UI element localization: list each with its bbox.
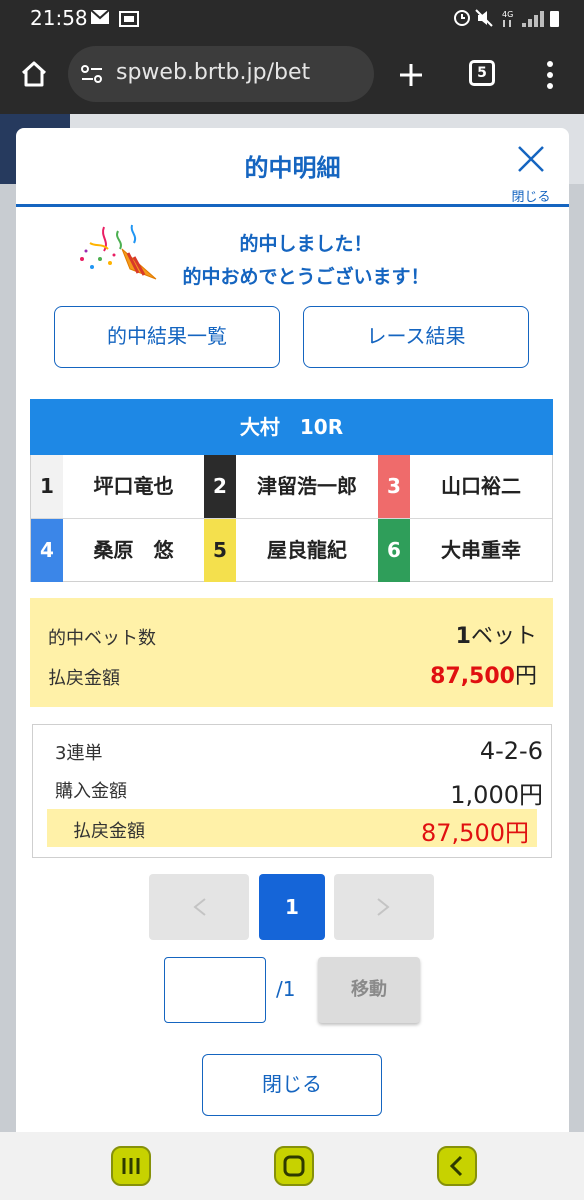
- racer-name: 津留浩一郎: [257, 474, 357, 498]
- hit-detail-modal: 的中明細 閉じる 的中しました！ 的中おめでとうございます！ 的中結果一覧 レー…: [16, 128, 569, 1132]
- racer-cell: 3 山口裕二: [378, 455, 552, 518]
- racer-cell: 6 大串重幸: [378, 519, 552, 582]
- chevron-right-icon[interactable]: [334, 874, 434, 940]
- race-results-button[interactable]: レース結果: [303, 306, 529, 368]
- recent-apps-icon[interactable]: [113, 1148, 149, 1184]
- hit-bets-label: 的中ベット数: [48, 628, 156, 649]
- url-text[interactable]: spweb.brtb.jp/bet: [116, 60, 310, 85]
- bet-detail: 3連単 4-2-6 購入金額 1,000円 払戻金額 87,500円: [32, 724, 552, 858]
- back-icon[interactable]: [439, 1148, 475, 1184]
- bet-combination: 4-2-6: [479, 737, 543, 765]
- bet-type: 3連単: [55, 743, 103, 764]
- racer-name: 山口裕二: [441, 474, 521, 498]
- home-icon[interactable]: [20, 60, 48, 88]
- svg-text:4G: 4G: [502, 10, 513, 19]
- system-status-icons: 4G: [454, 9, 559, 27]
- hit-results-list-button[interactable]: 的中結果一覧: [54, 306, 280, 368]
- browser-toolbar: spweb.brtb.jp/bet 5: [0, 36, 584, 114]
- purchase-value: 1,000円: [450, 781, 543, 809]
- party-popper-icon: [80, 224, 157, 280]
- close-x-label[interactable]: 閉じる: [507, 186, 555, 205]
- modal-title: 的中明細: [244, 154, 341, 182]
- racer-number: 6: [378, 519, 410, 582]
- current-page-button[interactable]: 1: [259, 874, 325, 940]
- racer-name: 坪口竜也: [93, 474, 174, 498]
- hit-summary: 的中ベット数 1ベット 払戻金額 87,500円: [30, 598, 553, 707]
- home-nav-button[interactable]: [274, 1146, 314, 1186]
- congrats-message: 的中しました！ 的中おめでとうございます！: [156, 228, 456, 294]
- racer-name: 屋良龍紀: [267, 538, 347, 562]
- close-button[interactable]: 閉じる: [202, 1054, 382, 1116]
- racer-cell: 4 桑原 悠: [31, 519, 204, 582]
- racer-name: 桑原 悠: [93, 538, 174, 562]
- detail-payout-label: 払戻金額: [73, 821, 145, 842]
- payout-label: 払戻金額: [48, 668, 120, 689]
- status-time: 21:58: [30, 6, 88, 30]
- racer-number: 4: [31, 519, 63, 582]
- racer-cell: 2 津留浩一郎: [204, 455, 378, 518]
- page-total: /1: [276, 977, 296, 1001]
- prev-page-button[interactable]: [149, 874, 249, 940]
- congrats-line-1: 的中しました！: [239, 233, 373, 255]
- detail-payout-value: 87,500円: [421, 819, 529, 847]
- close-icon[interactable]: [516, 144, 546, 174]
- back-button[interactable]: [437, 1146, 477, 1186]
- home-nav-icon[interactable]: [276, 1148, 312, 1184]
- page-number-input[interactable]: [164, 957, 266, 1023]
- hit-bets-unit: ベット: [470, 624, 537, 649]
- racer-cell: 1 坪口竜也: [31, 455, 204, 518]
- racer-number: 2: [204, 455, 236, 518]
- racer-grid: 1 坪口竜也 2 津留浩一郎 3 山口裕二 4 桑原 悠 5 屋良龍紀 6 大串重幸: [30, 455, 553, 582]
- more-menu-icon[interactable]: [545, 60, 555, 90]
- racer-cell: 5 屋良龍紀: [204, 519, 378, 582]
- race-header: 大村 10R: [30, 399, 553, 455]
- mail-icon: [90, 9, 110, 24]
- racer-number: 3: [378, 455, 410, 518]
- payout-unit: 円: [514, 664, 537, 689]
- next-page-button[interactable]: [334, 874, 434, 940]
- racer-number: 5: [204, 519, 236, 582]
- purchase-label: 購入金額: [55, 781, 127, 802]
- racer-name: 大串重幸: [441, 538, 521, 562]
- navigation-bar: [0, 1132, 584, 1200]
- recent-apps-button[interactable]: [111, 1146, 151, 1186]
- title-divider: [16, 204, 569, 207]
- congrats-line-2: 的中おめでとうございます！: [182, 266, 430, 288]
- racer-number: 1: [31, 455, 63, 518]
- chevron-left-icon[interactable]: [149, 874, 249, 940]
- tab-switcher-button[interactable]: 5: [469, 60, 495, 86]
- gallery-icon: [119, 11, 139, 27]
- status-bar: 21:58 4G: [0, 0, 584, 36]
- hit-bets-value: 1: [455, 624, 471, 649]
- payout-value: 87,500: [430, 664, 515, 689]
- close-x-button[interactable]: 閉じる: [507, 140, 555, 205]
- new-tab-icon[interactable]: [398, 62, 424, 88]
- move-button[interactable]: 移動: [318, 957, 420, 1023]
- site-settings-icon[interactable]: [80, 64, 104, 84]
